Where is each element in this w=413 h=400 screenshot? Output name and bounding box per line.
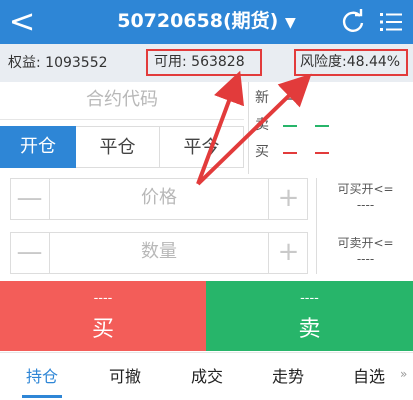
quote-label-last: 新 [255, 90, 269, 106]
equity-text: 权益: 1093552 [8, 55, 108, 71]
quote-ask-dash-2 [315, 125, 329, 127]
buy-label: 买 [91, 317, 114, 342]
can-buy-value: ---- [356, 198, 375, 212]
sell-price: ---- [300, 291, 319, 306]
top-bar: < 50720658(期货) ▼ [0, 0, 413, 44]
quantity-input[interactable]: 数量 [50, 232, 268, 274]
can-sell-label: 可卖开<= [337, 236, 394, 250]
sell-button[interactable]: ---- 卖 [206, 281, 413, 351]
caret-down-icon[interactable]: ▼ [285, 15, 296, 31]
account-title-label[interactable]: 50720658(期货) [117, 10, 278, 32]
nav-filled[interactable]: 成交 [177, 363, 237, 387]
quote-bid-dash [283, 152, 297, 154]
can-sell-value: ---- [356, 252, 375, 266]
refresh-icon [342, 9, 364, 32]
menu-button[interactable] [376, 7, 406, 37]
back-button[interactable]: < [4, 3, 40, 41]
quote-label-bid: 买 [255, 144, 269, 160]
bottom-nav: 持仓 可撤 成交 走势 自选 » [0, 352, 413, 400]
nav-watchlist[interactable]: 自选 [339, 363, 399, 387]
available-funds: 可用: 563828 [146, 49, 262, 76]
quantity-decrease-button[interactable]: — [10, 232, 50, 274]
quantity-increase-button[interactable]: + [268, 232, 308, 274]
can-buy-label: 可买开<= [337, 182, 394, 196]
quote-label-ask: 卖 [255, 117, 269, 133]
buy-button[interactable]: ---- 买 [0, 281, 206, 351]
nav-positions[interactable]: 持仓 [12, 363, 72, 387]
tradable-quantity-panel: 可买开<= ---- 可卖开<= ---- [316, 178, 413, 274]
nav-trend[interactable]: 走势 [258, 363, 318, 387]
buy-price: ---- [93, 291, 113, 306]
quote-ask-dash [283, 125, 297, 127]
price-input[interactable]: 价格 [50, 178, 268, 220]
tab-close-position[interactable]: 平仓 [76, 126, 160, 168]
nav-cancellable[interactable]: 可撤 [95, 363, 155, 387]
risk-ratio: 风险度:48.44% [294, 49, 408, 76]
tab-close-today[interactable]: 平今 [160, 126, 244, 168]
chevron-left-icon: < [8, 2, 36, 40]
price-decrease-button[interactable]: — [10, 178, 50, 220]
nav-active-indicator [22, 395, 62, 398]
quote-last-dash [287, 98, 297, 100]
contract-code-input[interactable]: 合约代码 [0, 82, 244, 120]
tab-open-position[interactable]: 开仓 [0, 126, 76, 168]
quote-bid-dash-2 [315, 152, 329, 154]
sell-label: 卖 [298, 317, 321, 342]
nav-more-icon[interactable]: » [400, 367, 407, 381]
price-increase-button[interactable]: + [268, 178, 308, 220]
quote-panel: 新 卖 买 [248, 82, 413, 174]
account-info-bar: 权益: 1093552 可用: 563828 风险度:48.44% [0, 44, 413, 82]
refresh-button[interactable] [338, 7, 368, 37]
menu-list-icon [380, 13, 402, 31]
